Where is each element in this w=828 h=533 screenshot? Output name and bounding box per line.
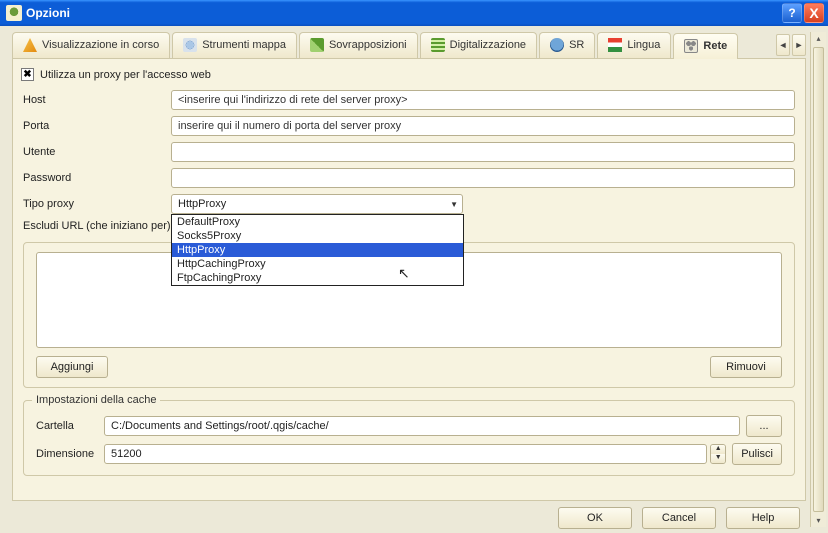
tab-language[interactable]: Lingua — [597, 32, 671, 58]
host-label: Host — [23, 94, 171, 106]
tab-label: Digitalizzazione — [450, 39, 526, 51]
cache-dir-input[interactable]: C:/Documents and Settings/root/.qgis/cac… — [104, 416, 740, 436]
browse-button[interactable]: ... — [746, 415, 782, 437]
tab-map-tools[interactable]: Strumenti mappa — [172, 32, 297, 58]
scroll-down-icon[interactable]: ▾ — [811, 514, 826, 527]
cache-size-input[interactable]: 51200 — [104, 444, 707, 464]
network-icon — [684, 39, 698, 53]
tab-label: Visualizzazione in corso — [42, 39, 159, 51]
tab-strip: Visualizzazione in corso Strumenti mappa… — [12, 32, 806, 58]
chevron-down-icon: ▼ — [450, 200, 458, 209]
cancel-button[interactable]: Cancel — [642, 507, 716, 529]
use-proxy-checkbox[interactable]: ✖ — [21, 68, 34, 81]
cache-group-label: Impostazioni della cache — [32, 394, 160, 406]
close-window-button[interactable]: X — [804, 3, 824, 23]
tab-overlays[interactable]: Sovrapposizioni — [299, 32, 418, 58]
ok-button[interactable]: OK — [558, 507, 632, 529]
option-ftp-caching-proxy[interactable]: FtpCachingProxy — [172, 271, 463, 285]
user-label: Utente — [23, 146, 171, 158]
tab-label: Strumenti mappa — [202, 39, 286, 51]
globe-icon — [550, 38, 564, 52]
flag-icon — [608, 38, 622, 52]
option-http-proxy[interactable]: HttpProxy — [172, 243, 463, 257]
scroll-up-icon[interactable]: ▴ — [811, 32, 826, 45]
app-icon — [6, 5, 22, 21]
exclude-url-label: Escludi URL (che iniziano per) — [23, 220, 171, 232]
tab-scroll-right-button[interactable]: ► — [792, 34, 806, 56]
cache-size-spinner[interactable]: ▲▼ — [710, 444, 726, 464]
host-input[interactable]: <inserire qui l'indirizzo di rete del se… — [171, 90, 795, 110]
port-input[interactable]: inserire qui il numero di porta del serv… — [171, 116, 795, 136]
tab-visualization[interactable]: Visualizzazione in corso — [12, 32, 170, 58]
option-default-proxy[interactable]: DefaultProxy — [172, 215, 463, 229]
map-tools-icon — [183, 38, 197, 52]
clear-cache-button[interactable]: Pulisci — [732, 443, 782, 465]
select-value: HttpProxy — [178, 198, 226, 210]
proxy-type-label: Tipo proxy — [23, 198, 171, 210]
option-socks5-proxy[interactable]: Socks5Proxy — [172, 229, 463, 243]
overlay-icon — [310, 38, 324, 52]
add-button[interactable]: Aggiungi — [36, 356, 108, 378]
tab-label: Lingua — [627, 39, 660, 51]
password-input[interactable] — [171, 168, 795, 188]
user-input[interactable] — [171, 142, 795, 162]
option-http-caching-proxy[interactable]: HttpCachingProxy — [172, 257, 463, 271]
cache-size-label: Dimensione — [36, 448, 98, 460]
tab-label: Rete — [703, 40, 727, 52]
spin-up-icon[interactable]: ▲ — [711, 445, 725, 454]
help-button[interactable]: Help — [726, 507, 800, 529]
tab-digitizing[interactable]: Digitalizzazione — [420, 32, 537, 58]
tab-label: SR — [569, 39, 584, 51]
password-label: Password — [23, 172, 171, 184]
title-bar: Opzioni ? X — [0, 0, 828, 26]
dialog-buttons: OK Cancel Help — [0, 501, 810, 533]
tab-label: Sovrapposizioni — [329, 39, 407, 51]
network-panel: ✖ Utilizza un proxy per l'accesso web Ho… — [12, 58, 806, 501]
paintbrush-icon — [23, 38, 37, 52]
spin-down-icon[interactable]: ▼ — [711, 454, 725, 463]
vertical-scrollbar[interactable]: ▴ ▾ — [810, 32, 826, 527]
port-label: Porta — [23, 120, 171, 132]
tab-crs[interactable]: SR — [539, 32, 595, 58]
scrollbar-thumb[interactable] — [813, 47, 824, 512]
use-proxy-label: Utilizza un proxy per l'accesso web — [40, 69, 211, 81]
tab-network[interactable]: Rete — [673, 33, 738, 59]
tab-scroll-left-button[interactable]: ◄ — [776, 34, 790, 56]
digitize-icon — [431, 38, 445, 52]
help-window-button[interactable]: ? — [782, 3, 802, 23]
remove-button[interactable]: Rimuovi — [710, 356, 782, 378]
proxy-type-select[interactable]: HttpProxy ▼ DefaultProxy Socks5Proxy Htt… — [171, 194, 463, 214]
cache-group: Impostazioni della cache Cartella C:/Doc… — [23, 400, 795, 476]
cache-dir-label: Cartella — [36, 420, 98, 432]
proxy-type-dropdown: DefaultProxy Socks5Proxy HttpProxy HttpC… — [171, 214, 464, 286]
window-title: Opzioni — [26, 6, 780, 20]
